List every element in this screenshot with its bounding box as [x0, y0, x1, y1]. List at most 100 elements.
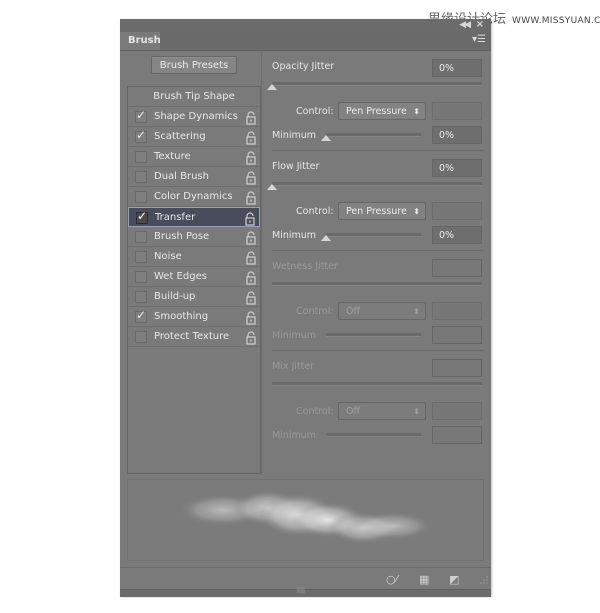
updown-arrows-icon: ⬍	[413, 107, 420, 116]
checkbox[interactable]	[135, 271, 147, 283]
brush-panel: ◀◀ × Brush ▾☰ Brush Presets Brush Tip Sh…	[120, 19, 491, 597]
mix-control-empty-box	[432, 402, 482, 420]
unlock-icon[interactable]	[245, 211, 255, 226]
list-item-label: Protect Texture	[154, 331, 230, 342]
wetness-jitter-value	[432, 259, 482, 277]
mix-control-label: Control:	[296, 406, 334, 417]
unlock-icon[interactable]	[246, 170, 256, 185]
opacity-jitter-slider[interactable]	[272, 82, 482, 86]
wetness-jitter-label: Wetness Jitter	[272, 261, 338, 272]
flow-jitter-label: Flow Jitter	[272, 161, 320, 172]
brush-presets-button[interactable]: Brush Presets	[151, 56, 237, 74]
list-item[interactable]: Color Dynamics	[128, 187, 260, 207]
opacity-control-select[interactable]: Pen Pressure ⬍	[338, 102, 426, 120]
wetness-minimum-slider	[326, 333, 421, 337]
brush-stroke-preview	[127, 479, 484, 561]
opacity-control-empty-box	[432, 102, 482, 120]
unlock-icon[interactable]	[246, 250, 256, 265]
list-item-label: Color Dynamics	[154, 191, 233, 202]
toggle-live-tip-preview-icon[interactable]: ○⁄	[386, 573, 397, 586]
opacity-minimum-thumb[interactable]	[321, 135, 331, 141]
grip-dots-icon: ||||||||	[296, 587, 305, 594]
panel-resize-grip[interactable]: ||||||||	[120, 587, 491, 597]
resize-handle-icon[interactable]	[479, 575, 489, 585]
list-item[interactable]: Wet Edges	[128, 267, 260, 287]
unlock-icon[interactable]	[246, 290, 256, 305]
flow-control-value: Pen Pressure	[346, 206, 407, 217]
list-item[interactable]: ✓ Smoothing	[128, 307, 260, 327]
brush-tip-shape-item[interactable]: Brush Tip Shape	[128, 87, 260, 107]
list-item[interactable]: Dual Brush	[128, 167, 260, 187]
unlock-icon[interactable]	[246, 310, 256, 325]
list-item[interactable]: Protect Texture	[128, 327, 260, 347]
unlock-icon[interactable]	[246, 150, 256, 165]
checkbox[interactable]: ✓	[135, 308, 147, 323]
checkbox[interactable]	[135, 151, 147, 163]
unlock-icon[interactable]	[246, 330, 256, 345]
checkbox[interactable]: ✓	[135, 108, 147, 123]
checkbox[interactable]	[135, 331, 147, 343]
list-item-label: Brush Pose	[154, 231, 210, 242]
separator	[272, 250, 484, 251]
unlock-icon[interactable]	[246, 130, 256, 145]
double-chevron-left-icon[interactable]: ◀◀	[459, 20, 471, 30]
panel-menu-icon[interactable]: ▾☰	[472, 34, 486, 45]
close-icon[interactable]: ×	[476, 19, 484, 30]
separator	[272, 350, 484, 351]
mix-control-select: Off ⬍	[338, 402, 426, 420]
list-item[interactable]: ✓ Transfer	[128, 207, 260, 227]
mix-control-value: Off	[346, 406, 361, 417]
divider	[261, 50, 262, 475]
tab-brush[interactable]: Brush	[120, 32, 161, 50]
create-new-brush-icon[interactable]: ◩	[449, 573, 459, 586]
wetness-minimum-value	[432, 326, 482, 344]
opacity-jitter-thumb[interactable]	[267, 84, 277, 90]
separator	[272, 150, 484, 151]
checkbox[interactable]: ✓	[135, 128, 147, 143]
list-item[interactable]: Noise	[128, 247, 260, 267]
wetness-control-label: Control:	[296, 306, 334, 317]
list-item[interactable]: ✓ Scattering	[128, 127, 260, 147]
mix-jitter-value	[432, 359, 482, 377]
checkbox[interactable]	[135, 191, 147, 203]
mix-minimum-slider	[326, 433, 421, 437]
list-item-label: Dual Brush	[154, 171, 209, 182]
mix-minimum-label: Minimum	[272, 430, 317, 441]
opacity-minimum-slider[interactable]	[326, 133, 421, 137]
checkmark-icon: ✓	[136, 128, 147, 142]
flow-control-select[interactable]: Pen Pressure ⬍	[338, 202, 426, 220]
wetness-minimum-label: Minimum	[272, 330, 317, 341]
watermark-url: WWW.MISSYUAN.COM	[512, 16, 600, 26]
checkbox[interactable]	[135, 251, 147, 263]
flow-minimum-value[interactable]: 0%	[432, 226, 482, 244]
unlock-icon[interactable]	[246, 110, 256, 125]
updown-arrows-icon: ⬍	[413, 207, 420, 216]
flow-jitter-value[interactable]: 0%	[432, 159, 482, 177]
flow-jitter-slider[interactable]	[272, 182, 482, 186]
flow-minimum-slider[interactable]	[326, 233, 421, 237]
unlock-icon[interactable]	[246, 270, 256, 285]
checkmark-icon: ✓	[136, 108, 147, 122]
list-item-label: Noise	[154, 251, 182, 262]
mix-jitter-slider	[272, 382, 482, 386]
list-item[interactable]: ✓ Shape Dynamics	[128, 107, 260, 127]
panel-titlebar[interactable]: ◀◀ ×	[120, 19, 491, 32]
list-item[interactable]: Build-up	[128, 287, 260, 307]
flow-minimum-thumb[interactable]	[321, 235, 331, 241]
checkbox[interactable]	[135, 231, 147, 243]
opacity-minimum-value[interactable]: 0%	[432, 126, 482, 144]
unlock-icon[interactable]	[246, 230, 256, 245]
opacity-jitter-value[interactable]: 0%	[432, 59, 482, 77]
list-item[interactable]: Texture	[128, 147, 260, 167]
list-item-label: Transfer	[155, 212, 196, 223]
unlock-icon[interactable]	[246, 190, 256, 205]
open-preset-manager-icon[interactable]: ▦	[419, 573, 429, 586]
wetness-control-value: Off	[346, 306, 361, 317]
checkmark-icon: ✓	[136, 308, 147, 322]
checkbox[interactable]	[135, 171, 147, 183]
flow-jitter-thumb[interactable]	[267, 184, 277, 190]
list-item[interactable]: Brush Pose	[128, 227, 260, 247]
checkbox[interactable]	[135, 291, 147, 303]
flow-control-label: Control:	[296, 206, 334, 217]
checkbox[interactable]: ✓	[136, 209, 148, 224]
